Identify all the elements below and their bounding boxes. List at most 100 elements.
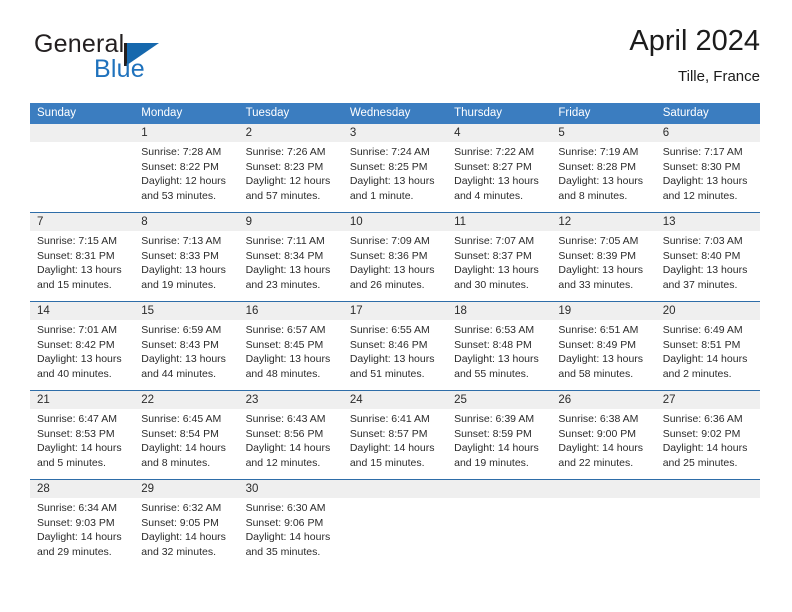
day-cell[interactable]: Sunrise: 7:26 AM Sunset: 8:23 PM Daylight:… [239, 142, 343, 212]
weekday-header-row: Sunday Monday Tuesday Wednesday Thursday Frid… [30, 103, 760, 124]
day-detail-line: and 8 minutes. [141, 456, 211, 469]
day-number[interactable]: 12 [551, 213, 655, 231]
day-detail-line: Sunrise: 6:59 AM [141, 324, 222, 336]
day-detail-line: Daylight: 14 hours [141, 531, 226, 544]
day-number[interactable]: 26 [551, 391, 655, 409]
day-number[interactable]: 13 [656, 213, 760, 231]
day-cell[interactable]: Sunrise: 6:51 AM Sunset: 8:49 PM Daylight:… [551, 320, 655, 390]
day-number[interactable]: 17 [343, 302, 447, 320]
day-detail-line: Daylight: 14 hours [349, 442, 435, 455]
day-number[interactable]: 24 [343, 391, 447, 409]
day-detail-line: Daylight: 13 hours [558, 175, 644, 188]
day-detail-line: Sunset: 8:59 PM [454, 427, 532, 440]
day-cell[interactable]: Sunrise: 6:32 AM Sunset: 9:05 PM Daylight:… [134, 498, 238, 568]
day-detail-line: Daylight: 12 hours [245, 175, 331, 188]
day-cell[interactable]: Sunrise: 6:30 AM Sunset: 9:06 PM Daylight:… [239, 498, 343, 568]
weekday-header-sunday: Sunday [37, 107, 77, 119]
day-detail-line: Daylight: 13 hours [454, 175, 539, 188]
day-detail-line: Sunrise: 7:17 AM [662, 146, 743, 158]
day-cell[interactable]: Sunrise: 6:45 AM Sunset: 8:54 PM Daylight:… [134, 409, 238, 479]
day-detail-line: and 4 minutes. [454, 189, 524, 202]
day-number[interactable]: 6 [656, 124, 760, 142]
day-cell[interactable]: Sunrise: 7:09 AM Sunset: 8:36 PM Daylight:… [343, 231, 447, 301]
weekday-header-saturday: Saturday [662, 107, 709, 119]
day-detail-line: Daylight: 13 hours [37, 264, 122, 277]
day-cell[interactable]: Sunrise: 6:39 AM Sunset: 8:59 PM Daylight:… [447, 409, 551, 479]
day-cell[interactable]: Sunrise: 7:28 AM Sunset: 8:22 PM Daylight:… [134, 142, 238, 212]
day-number[interactable]: 5 [551, 124, 655, 142]
day-number[interactable]: 11 [447, 213, 551, 231]
day-detail-line: Sunrise: 6:38 AM [558, 413, 639, 425]
day-detail-line: Sunset: 8:57 PM [349, 427, 428, 440]
day-number[interactable]: 10 [343, 213, 447, 231]
day-detail-line: Sunrise: 6:41 AM [349, 413, 430, 425]
day-detail-line: Sunset: 8:25 PM [349, 160, 428, 173]
day-cell[interactable]: Sunrise: 6:34 AM Sunset: 9:03 PM Daylight:… [30, 498, 134, 568]
day-detail-line: Sunrise: 6:30 AM [245, 502, 326, 514]
day-cell[interactable]: Sunrise: 7:24 AM Sunset: 8:25 PM Daylight:… [343, 142, 447, 212]
day-number[interactable]: 18 [447, 302, 551, 320]
day-detail-line: Sunset: 8:40 PM [662, 249, 741, 262]
day-number[interactable]: 27 [656, 391, 760, 409]
day-cell[interactable]: Sunrise: 7:19 AM Sunset: 8:28 PM Daylight:… [551, 142, 655, 212]
day-cell[interactable]: Sunrise: 6:57 AM Sunset: 8:45 PM Daylight:… [239, 320, 343, 390]
day-number[interactable]: 14 [30, 302, 134, 320]
day-detail-line: Sunset: 8:27 PM [454, 160, 532, 173]
logo-text-blue: Blue [94, 55, 145, 83]
day-number[interactable]: 8 [134, 213, 238, 231]
day-cell[interactable]: Sunrise: 6:59 AM Sunset: 8:43 PM Daylight:… [134, 320, 238, 390]
page-header: General Blue April 2024 Tille, France [30, 24, 760, 96]
day-number[interactable]: 9 [239, 213, 343, 231]
day-number[interactable]: 23 [239, 391, 343, 409]
day-cell[interactable]: Sunrise: 6:55 AM Sunset: 8:46 PM Daylight:… [343, 320, 447, 390]
day-detail-line: Sunrise: 6:57 AM [245, 324, 326, 336]
day-cell[interactable]: Sunrise: 7:13 AM Sunset: 8:33 PM Daylight:… [134, 231, 238, 301]
day-detail-line: and 37 minutes. [662, 278, 738, 291]
day-cell[interactable]: Sunrise: 6:38 AM Sunset: 9:00 PM Daylight:… [551, 409, 655, 479]
day-cell[interactable]: Sunrise: 7:07 AM Sunset: 8:37 PM Daylight:… [447, 231, 551, 301]
day-cell-empty [656, 498, 760, 568]
day-number[interactable]: 2 [239, 124, 343, 142]
general-blue-logo[interactable]: General Blue [34, 30, 214, 92]
day-detail-line: Sunset: 8:56 PM [245, 427, 324, 440]
day-cell[interactable]: Sunrise: 6:36 AM Sunset: 9:02 PM Daylight:… [656, 409, 760, 479]
day-cell[interactable]: Sunrise: 6:53 AM Sunset: 8:48 PM Daylight:… [447, 320, 551, 390]
day-number[interactable]: 16 [239, 302, 343, 320]
day-number[interactable]: 4 [447, 124, 551, 142]
day-number[interactable]: 28 [30, 480, 134, 498]
day-detail-line: and 44 minutes. [141, 367, 216, 380]
day-number[interactable]: 30 [239, 480, 343, 498]
day-number[interactable]: 22 [134, 391, 238, 409]
day-cell[interactable]: Sunrise: 6:49 AM Sunset: 8:51 PM Daylight:… [656, 320, 760, 390]
day-number[interactable]: 3 [343, 124, 447, 142]
day-detail-line: Sunset: 9:03 PM [37, 516, 115, 529]
day-detail-line: Sunset: 8:46 PM [349, 338, 428, 351]
day-cell[interactable]: Sunrise: 6:47 AM Sunset: 8:53 PM Daylight:… [30, 409, 134, 479]
weekday-header-friday: Friday [558, 107, 591, 119]
day-cell[interactable]: Sunrise: 7:05 AM Sunset: 8:39 PM Daylight:… [551, 231, 655, 301]
day-cell[interactable]: Sunrise: 7:15 AM Sunset: 8:31 PM Daylight:… [30, 231, 134, 301]
week-detail-strip: Sunrise: 7:01 AM Sunset: 8:42 PM Daylight:… [30, 320, 760, 390]
day-number[interactable]: 7 [30, 213, 134, 231]
day-number[interactable]: 21 [30, 391, 134, 409]
day-number[interactable]: 1 [134, 124, 238, 142]
day-number[interactable]: 19 [551, 302, 655, 320]
day-detail-line: Daylight: 14 hours [37, 442, 122, 455]
day-cell[interactable]: Sunrise: 7:11 AM Sunset: 8:34 PM Daylight:… [239, 231, 343, 301]
day-detail-line: Daylight: 13 hours [141, 353, 226, 366]
day-number[interactable]: 20 [656, 302, 760, 320]
day-detail-line: Sunset: 8:53 PM [37, 427, 115, 440]
day-detail-line: Daylight: 13 hours [349, 264, 435, 277]
day-number[interactable]: 29 [134, 480, 238, 498]
day-cell[interactable]: Sunrise: 7:01 AM Sunset: 8:42 PM Daylight:… [30, 320, 134, 390]
day-detail-line: and 48 minutes. [245, 367, 321, 380]
day-cell[interactable]: Sunrise: 6:41 AM Sunset: 8:57 PM Daylight:… [343, 409, 447, 479]
day-cell[interactable]: Sunrise: 7:17 AM Sunset: 8:30 PM Daylight:… [656, 142, 760, 212]
day-detail-line: and 26 minutes. [349, 278, 425, 291]
day-cell[interactable]: Sunrise: 7:03 AM Sunset: 8:40 PM Daylight:… [656, 231, 760, 301]
day-detail-line: Daylight: 14 hours [662, 353, 748, 366]
day-cell[interactable]: Sunrise: 6:43 AM Sunset: 8:56 PM Daylight:… [239, 409, 343, 479]
day-number[interactable]: 15 [134, 302, 238, 320]
day-number[interactable]: 25 [447, 391, 551, 409]
day-cell[interactable]: Sunrise: 7:22 AM Sunset: 8:27 PM Daylight:… [447, 142, 551, 212]
